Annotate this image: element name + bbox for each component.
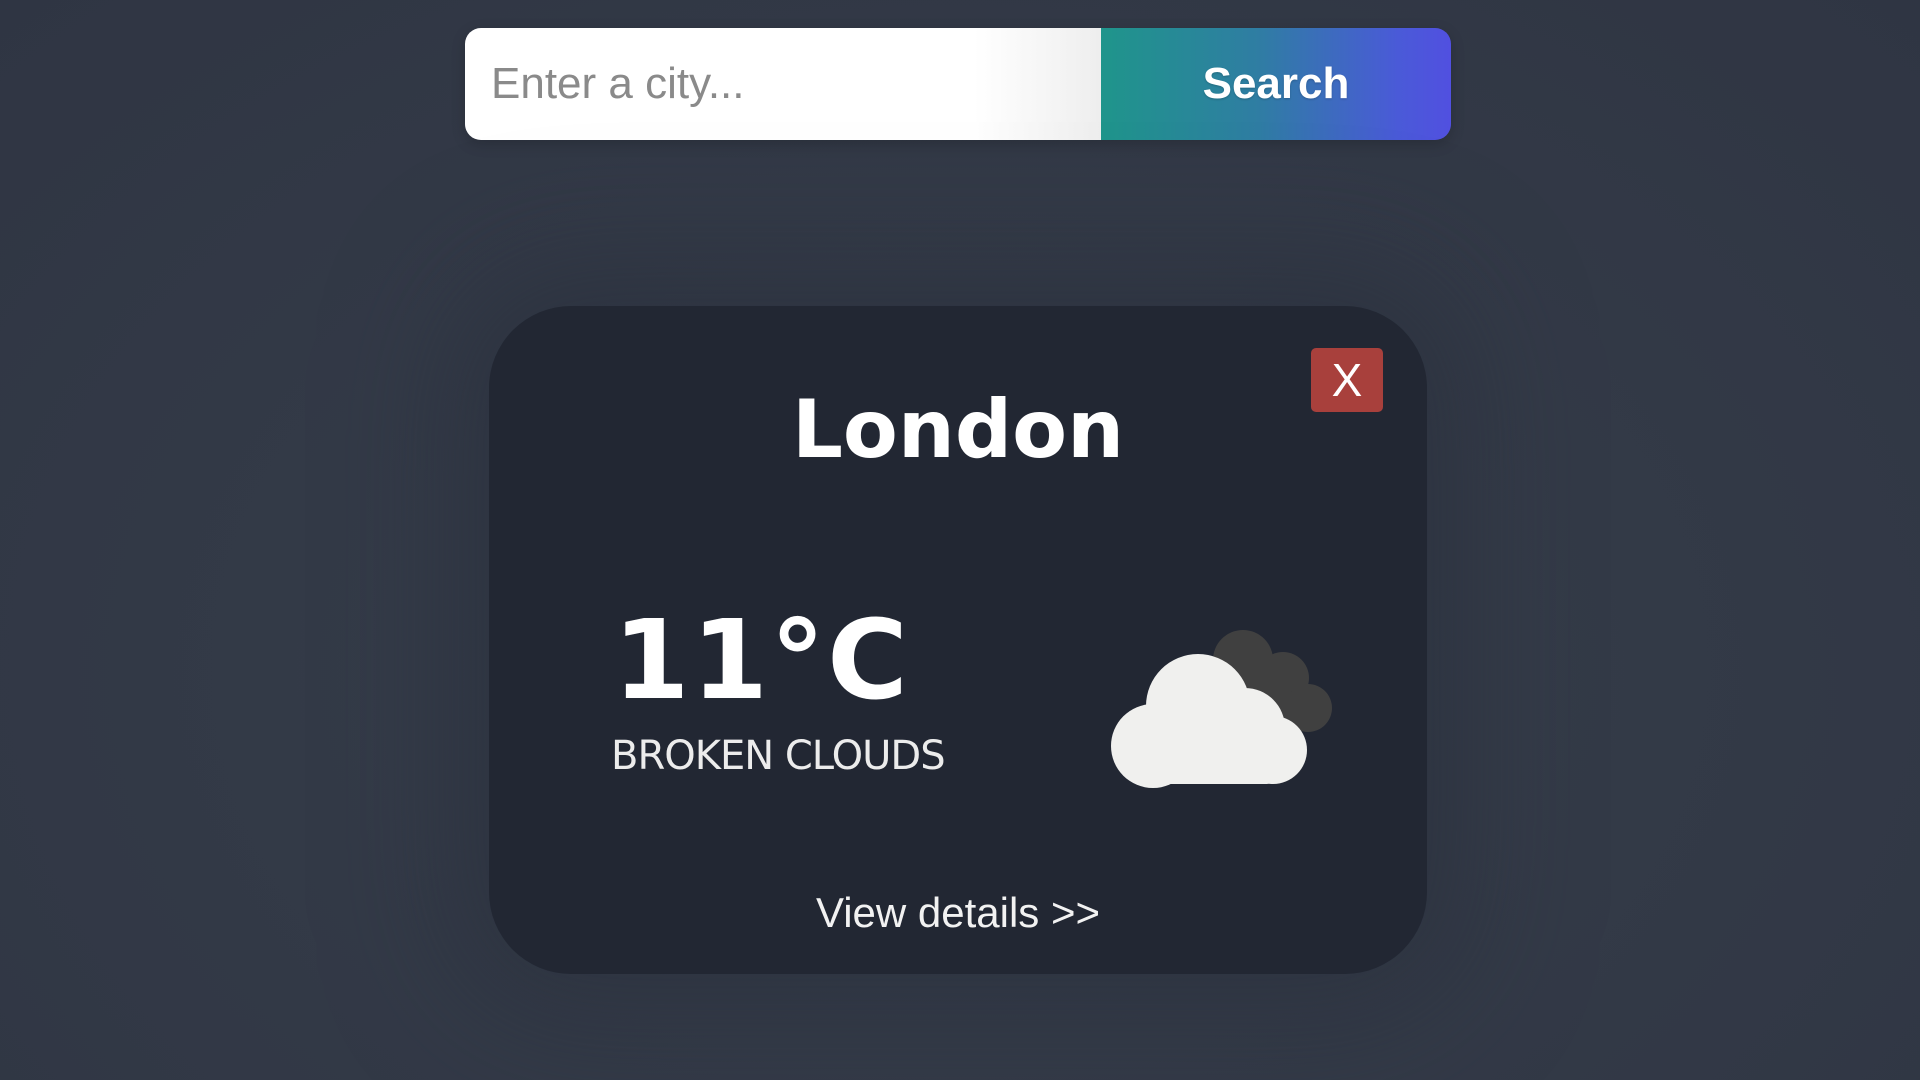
temperature: 11°C: [613, 596, 910, 724]
search-bar: Search: [465, 28, 1451, 140]
city-search-input[interactable]: [465, 28, 1101, 140]
city-name: London: [791, 383, 1125, 476]
weather-card: X London 11°C BROKEN CLOUDS View details…: [489, 306, 1427, 974]
view-details-link[interactable]: View details >>: [489, 886, 1427, 940]
search-button[interactable]: Search: [1101, 28, 1451, 140]
broken-clouds-icon: [1111, 630, 1332, 788]
weather-condition: BROKEN CLOUDS: [611, 733, 946, 779]
